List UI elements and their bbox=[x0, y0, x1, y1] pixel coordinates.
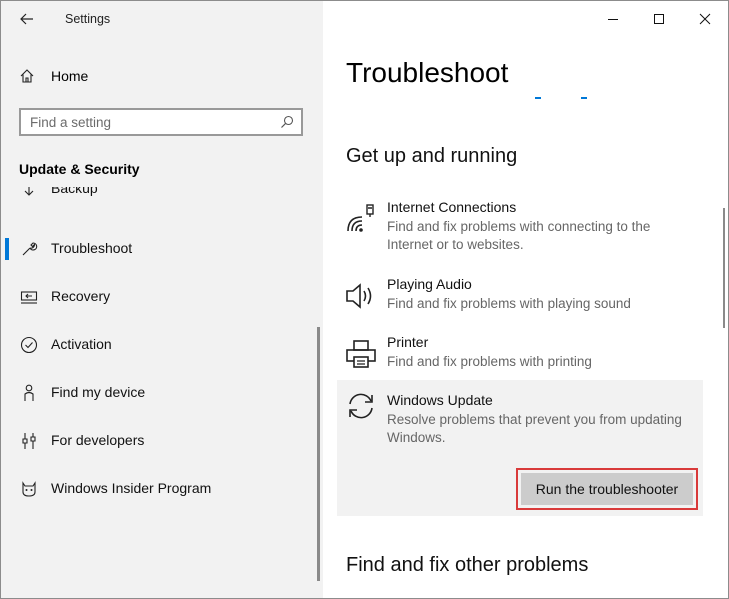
sidebar-item-windows-insider[interactable]: Windows Insider Program bbox=[1, 469, 311, 509]
main-scrollbar[interactable] bbox=[723, 208, 725, 328]
section-heading-find-and-fix: Find and fix other problems bbox=[346, 554, 589, 576]
section-heading-get-up-and-running: Get up and running bbox=[346, 145, 518, 167]
sidebar-item-for-developers[interactable]: For developers bbox=[1, 421, 311, 461]
sidebar-scrollbar[interactable] bbox=[317, 327, 320, 581]
recovery-icon bbox=[19, 287, 39, 307]
printer-icon bbox=[345, 338, 377, 370]
sidebar-item-label: Windows Insider Program bbox=[51, 480, 212, 496]
sidebar-item-troubleshoot[interactable]: Troubleshoot bbox=[1, 229, 311, 269]
sidebar-item-label: Troubleshoot bbox=[51, 240, 133, 256]
home-icon bbox=[17, 66, 37, 86]
sidebar-nav: Backup Troubleshoot Recovery Activation … bbox=[1, 187, 323, 598]
main-pane: Troubleshoot Get up and running Internet… bbox=[323, 1, 728, 598]
sidebar-section-title: Update & Security bbox=[19, 161, 140, 177]
troubleshooter-description: Find and fix problems with connecting to… bbox=[387, 219, 651, 252]
search-icon[interactable] bbox=[279, 114, 295, 130]
search-box[interactable] bbox=[19, 108, 303, 136]
back-button[interactable] bbox=[13, 7, 41, 31]
minimize-icon bbox=[608, 19, 618, 20]
sync-icon bbox=[345, 390, 377, 422]
sidebar-item-recovery[interactable]: Recovery bbox=[1, 277, 311, 317]
sidebar-item-label: Find my device bbox=[51, 384, 146, 400]
maximize-button[interactable] bbox=[636, 1, 682, 37]
close-button[interactable] bbox=[682, 1, 728, 37]
app-title: Settings bbox=[65, 12, 111, 26]
developer-tools-icon bbox=[19, 431, 39, 451]
nav-home[interactable]: Home bbox=[17, 63, 307, 89]
close-icon bbox=[699, 13, 711, 25]
troubleshooter-internet-connections[interactable]: Internet Connections Find and fix proble… bbox=[337, 199, 703, 257]
sidebar-item-backup[interactable]: Backup bbox=[1, 187, 311, 209]
troubleshooter-name: Windows Update bbox=[387, 392, 493, 408]
backup-icon bbox=[19, 187, 39, 199]
search-input[interactable] bbox=[30, 113, 270, 131]
run-button-highlight: Run the troubleshooter bbox=[516, 468, 698, 510]
page-title: Troubleshoot bbox=[346, 57, 509, 88]
minimize-button[interactable] bbox=[590, 1, 636, 37]
window-controls bbox=[590, 1, 728, 37]
activation-check-icon bbox=[19, 335, 39, 355]
troubleshooter-playing-audio[interactable]: Playing Audio Find and fix problems with… bbox=[337, 276, 703, 316]
maximize-icon bbox=[654, 14, 664, 24]
troubleshooter-name: Printer bbox=[387, 334, 429, 350]
sidebar: Settings Home Update & Security bbox=[1, 1, 323, 598]
troubleshooter-description: Resolve problems that prevent you from u… bbox=[387, 412, 682, 445]
sidebar-item-label: Activation bbox=[51, 336, 112, 352]
home-label: Home bbox=[51, 68, 89, 84]
run-troubleshooter-button[interactable]: Run the troubleshooter bbox=[521, 473, 693, 505]
speaker-icon bbox=[345, 280, 377, 312]
sidebar-item-label: For developers bbox=[51, 432, 145, 448]
troubleshooter-name: Internet Connections bbox=[387, 199, 517, 215]
insider-cat-icon bbox=[19, 479, 39, 499]
back-arrow-icon bbox=[20, 13, 33, 25]
troubleshooter-name: Playing Audio bbox=[387, 276, 472, 292]
troubleshooter-printer[interactable]: Printer Find and fix problems with print… bbox=[337, 334, 703, 374]
troubleshooter-description: Find and fix problems with playing sound bbox=[387, 296, 631, 311]
sidebar-item-label: Backup bbox=[51, 187, 98, 196]
person-location-icon bbox=[19, 383, 39, 403]
wrench-icon bbox=[19, 239, 39, 259]
settings-window: Settings Home Update & Security bbox=[0, 0, 729, 599]
active-indicator bbox=[5, 238, 9, 260]
sidebar-item-find-my-device[interactable]: Find my device bbox=[1, 373, 311, 413]
sidebar-item-activation[interactable]: Activation bbox=[1, 325, 311, 365]
troubleshooter-description: Find and fix problems with printing bbox=[387, 354, 592, 369]
title-bar: Settings bbox=[1, 1, 323, 39]
network-icon bbox=[345, 203, 377, 235]
sidebar-item-label: Recovery bbox=[51, 288, 111, 304]
